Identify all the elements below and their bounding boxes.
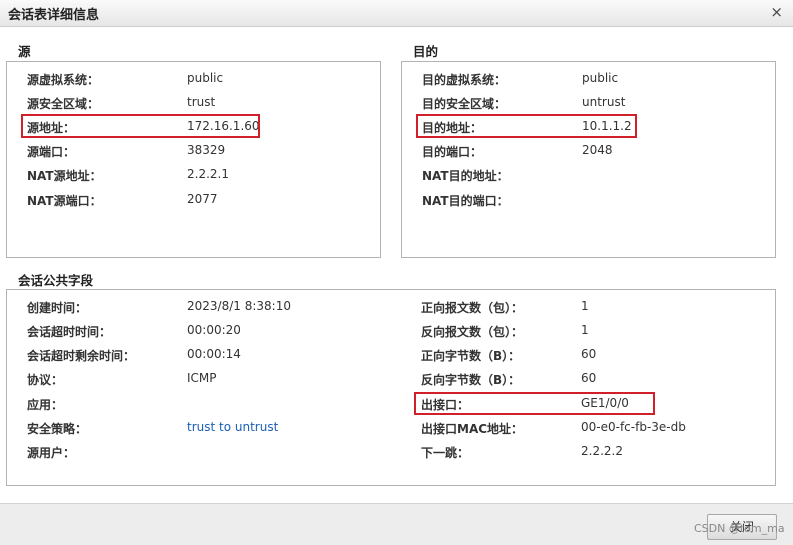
source-zone-value: trust xyxy=(187,95,216,109)
source-port-label: 源端口： xyxy=(27,145,76,159)
destination-vsys-label: 目的虚拟系统： xyxy=(422,73,507,87)
dialog-footer: 关闭 xyxy=(0,503,793,545)
destination-section-title: 目的 xyxy=(413,44,439,59)
source-port-value: 38329 xyxy=(187,143,226,157)
forward-bytes-label: 正向字节数（B）： xyxy=(421,349,521,363)
session-remaining-value: 00:00:14 xyxy=(187,347,241,361)
next-hop-value: 2.2.2.2 xyxy=(581,444,623,458)
create-time-label: 创建时间： xyxy=(27,301,88,315)
nat-source-address-value: 2.2.2.1 xyxy=(187,167,229,181)
forward-packets-label: 正向报文数（包）： xyxy=(421,301,524,315)
dialog-titlebar: 会话表详细信息 × xyxy=(0,0,793,27)
source-vsys-label: 源虚拟系统： xyxy=(27,73,100,87)
common-section-title: 会话公共字段 xyxy=(18,273,94,288)
egress-mac-label: 出接口MAC地址： xyxy=(421,422,524,436)
reverse-packets-label: 反向报文数（包）： xyxy=(421,325,524,339)
dialog-title: 会话表详细信息 xyxy=(8,8,100,23)
destination-address-highlight xyxy=(416,114,637,138)
forward-packets-value: 1 xyxy=(581,299,589,313)
source-user-label: 源用户： xyxy=(27,446,76,460)
nat-destination-address-label: NAT目的地址： xyxy=(422,169,509,183)
source-address-highlight xyxy=(21,114,260,138)
destination-zone-label: 目的安全区域： xyxy=(422,97,507,111)
nat-source-port-value: 2077 xyxy=(187,192,218,206)
watermark: CSDN @tom_ma xyxy=(694,522,785,535)
destination-port-value: 2048 xyxy=(582,143,613,157)
protocol-value: ICMP xyxy=(187,371,217,385)
session-timeout-value: 00:00:20 xyxy=(187,323,241,337)
reverse-packets-value: 1 xyxy=(581,323,589,337)
create-time-value: 2023/8/1 8:38:10 xyxy=(187,299,291,313)
nat-destination-port-label: NAT目的端口： xyxy=(422,194,509,208)
nat-source-port-label: NAT源端口： xyxy=(27,194,102,208)
destination-port-label: 目的端口： xyxy=(422,145,483,159)
source-vsys-value: public xyxy=(187,71,224,85)
session-remaining-label: 会话超时剩余时间： xyxy=(27,349,136,363)
egress-interface-highlight xyxy=(414,392,655,415)
reverse-bytes-value: 60 xyxy=(581,371,597,385)
reverse-bytes-label: 反向字节数（B）： xyxy=(421,373,521,387)
source-zone-label: 源安全区域： xyxy=(27,97,100,111)
close-icon[interactable]: × xyxy=(770,3,783,21)
common-panel xyxy=(6,289,776,486)
session-timeout-label: 会话超时时间： xyxy=(27,325,112,339)
security-policy-link[interactable]: trust to untrust xyxy=(187,420,278,434)
security-policy-label: 安全策略： xyxy=(27,422,88,436)
egress-mac-value: 00-e0-fc-fb-3e-db xyxy=(581,420,686,434)
destination-vsys-value: public xyxy=(582,71,619,85)
protocol-label: 协议： xyxy=(27,373,64,387)
application-label: 应用： xyxy=(27,398,64,412)
next-hop-label: 下一跳： xyxy=(421,446,470,460)
destination-zone-value: untrust xyxy=(582,95,626,109)
forward-bytes-value: 60 xyxy=(581,347,597,361)
nat-source-address-label: NAT源地址： xyxy=(27,169,102,183)
source-section-title: 源 xyxy=(18,44,31,59)
